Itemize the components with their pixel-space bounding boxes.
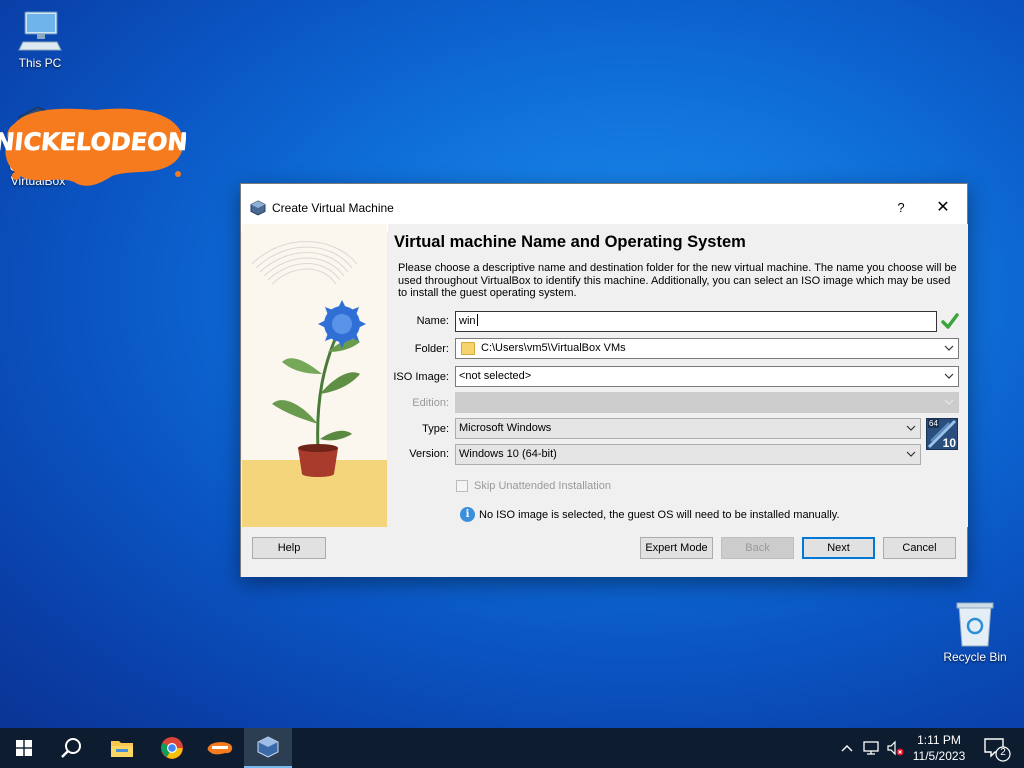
action-center-button[interactable]: 2 (976, 728, 1016, 768)
chevron-down-icon (944, 399, 954, 405)
virtualbox-icon (257, 736, 279, 758)
os-badge-64: 64 (928, 419, 939, 428)
notification-icon (984, 738, 1011, 762)
recycle-bin-desktop-icon[interactable]: Recycle Bin (937, 600, 1013, 664)
title-help-button[interactable]: ? (889, 196, 913, 220)
iso-value: <not selected> (459, 370, 532, 382)
folder-icon (461, 342, 475, 355)
chevron-up-icon (841, 745, 853, 752)
page-description: Please choose a descriptive name and des… (398, 262, 957, 299)
skip-unattended-label: Skip Unattended Installation (474, 480, 611, 492)
os-badge-10: 10 (942, 436, 956, 450)
taskbar-chrome[interactable] (148, 728, 196, 768)
cancel-button[interactable]: Cancel (883, 537, 956, 559)
chevron-down-icon (944, 373, 954, 379)
nickelodeon-logo-text: NICKELODEON (0, 128, 186, 156)
text-cursor (476, 314, 478, 326)
folder-value: C:\Users\vm5\VirtualBox VMs (481, 342, 626, 354)
iso-image-select[interactable]: <not selected> (455, 366, 959, 387)
type-label: Type: (422, 423, 449, 435)
chevron-down-icon (906, 425, 916, 431)
network-icon (863, 741, 879, 755)
type-select[interactable]: Microsoft Windows (455, 418, 921, 439)
edition-select (455, 392, 959, 413)
valid-check-icon (941, 313, 959, 329)
type-value: Microsoft Windows (459, 422, 552, 434)
computer-icon (18, 11, 62, 51)
wizard-illustration (242, 224, 387, 527)
volume-muted-icon (887, 740, 904, 756)
version-label: Version: (409, 448, 449, 460)
this-pc-label: This PC (18, 56, 62, 70)
recycle-bin-icon (956, 602, 994, 647)
volume-tray-icon[interactable] (884, 728, 906, 768)
search-icon (61, 738, 81, 758)
name-input[interactable]: win (455, 311, 937, 332)
help-button[interactable]: Help (252, 537, 326, 559)
close-button[interactable]: ✕ (929, 194, 957, 222)
network-tray-icon[interactable] (860, 728, 882, 768)
clock-date: 11/5/2023 (912, 749, 966, 763)
next-button[interactable]: Next (802, 537, 875, 559)
name-label: Name: (416, 315, 449, 327)
folder-label: Folder: (414, 343, 449, 355)
file-explorer-icon (111, 741, 133, 757)
chevron-down-icon (906, 451, 916, 457)
virtualbox-icon (250, 200, 266, 216)
nickelodeon-splat-icon (207, 742, 233, 755)
wizard-page: Virtual machine Name and Operating Syste… (388, 224, 968, 527)
taskbar-virtualbox[interactable] (244, 728, 292, 768)
expert-mode-button[interactable]: Expert Mode (640, 537, 713, 559)
page-heading: Virtual machine Name and Operating Syste… (394, 233, 746, 251)
start-button[interactable] (0, 728, 48, 768)
taskbar-file-explorer[interactable] (98, 728, 146, 768)
version-select[interactable]: Windows 10 (64-bit) (455, 444, 921, 465)
tray-overflow-button[interactable] (838, 728, 856, 768)
search-button[interactable] (48, 728, 96, 768)
folder-select[interactable]: C:\Users\vm5\VirtualBox VMs (455, 338, 959, 359)
taskbar-clock[interactable]: 1:11 PM 11/5/2023 (906, 732, 972, 764)
dialog-footer: Help Expert Mode Back Next Cancel (241, 527, 967, 577)
back-button: Back (721, 537, 794, 559)
chevron-down-icon (944, 345, 954, 351)
info-message: i No ISO image is selected, the guest OS… (460, 507, 840, 522)
edition-label: Edition: (412, 397, 449, 409)
windows-10-os-icon: 64 10 (926, 418, 958, 450)
iso-label: ISO Image: (393, 371, 449, 383)
create-vm-dialog: Create Virtual Machine ? ✕ Virtual machi… (240, 183, 968, 577)
info-icon: i (460, 507, 475, 522)
windows-logo-icon (16, 740, 32, 756)
chrome-icon (161, 737, 183, 759)
nickelodeon-logo: NICKELODEON (0, 108, 186, 186)
skip-unattended-checkbox: Skip Unattended Installation (456, 480, 611, 492)
notification-count: 2 (1000, 747, 1006, 758)
clock-time: 1:11 PM (917, 733, 961, 747)
taskbar: 1:11 PM 11/5/2023 2 (0, 728, 1024, 768)
this-pc-desktop-icon[interactable]: This PC (2, 8, 78, 70)
dialog-title: Create Virtual Machine (272, 201, 394, 215)
name-input-value: win (459, 315, 476, 327)
version-value: Windows 10 (64-bit) (459, 448, 557, 460)
info-text: No ISO image is selected, the guest OS w… (479, 508, 840, 521)
recycle-bin-label: Recycle Bin (943, 650, 1007, 664)
checkbox-box (456, 480, 468, 492)
taskbar-nickelodeon[interactable] (196, 728, 244, 768)
